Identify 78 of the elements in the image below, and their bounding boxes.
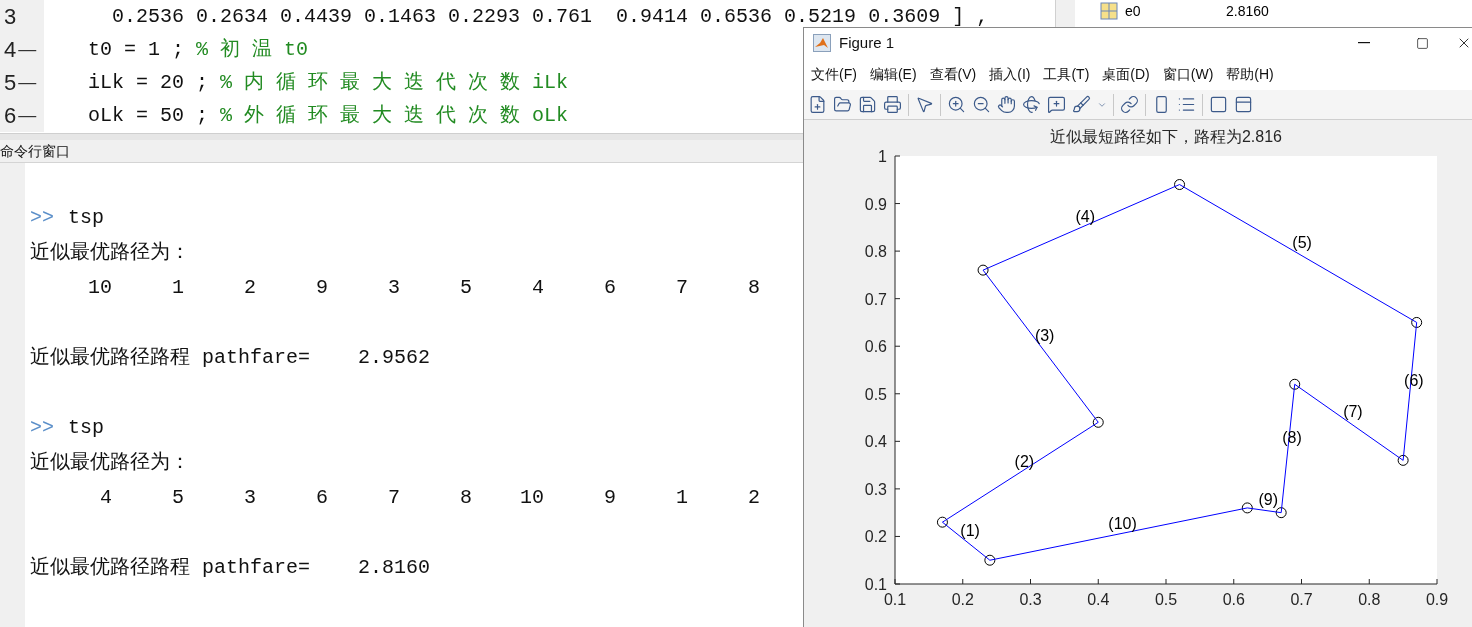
y-tick-label: 0.3 bbox=[864, 480, 887, 498]
output-number: 4 bbox=[99, 484, 112, 511]
output-text: 近似最优路径路程 pathfare= bbox=[30, 344, 311, 371]
output-number: 10 bbox=[87, 274, 112, 301]
edge-label: (6) bbox=[1404, 372, 1424, 390]
code-text: iLk = 20 ; bbox=[88, 69, 210, 96]
output-number: 3 bbox=[387, 274, 400, 301]
edge-label: (5) bbox=[1292, 234, 1312, 252]
x-tick-label: 0.2 bbox=[951, 591, 974, 608]
window-title: Figure 1 bbox=[839, 32, 895, 53]
output-number: 1 bbox=[171, 274, 184, 301]
output-value: 2.9562 bbox=[358, 344, 431, 371]
output-text: 近似最优路径路程 pathfare= bbox=[30, 554, 311, 581]
y-tick-label: 0.5 bbox=[864, 385, 887, 403]
line-marker: — bbox=[18, 38, 37, 61]
edge-label: (4) bbox=[1075, 208, 1096, 226]
prompt-symbol: >> bbox=[30, 414, 54, 441]
x-tick-label: 0.3 bbox=[1019, 591, 1042, 608]
output-number: 2 bbox=[243, 274, 256, 301]
y-tick-label: 0.9 bbox=[864, 195, 887, 213]
output-number: 4 bbox=[531, 274, 544, 301]
y-tick-label: 0.1 bbox=[864, 576, 887, 593]
line-number: 3 bbox=[4, 3, 17, 31]
code-text: t0 = 1 ; bbox=[88, 36, 185, 63]
output-number: 6 bbox=[315, 484, 328, 511]
variable-name: e0 bbox=[1125, 1, 1142, 21]
command-text: tsp bbox=[68, 414, 105, 441]
output-number: 5 bbox=[171, 484, 184, 511]
x-tick-label: 0.7 bbox=[1290, 591, 1313, 608]
y-tick-label: 1 bbox=[878, 148, 887, 165]
output-number: 9 bbox=[603, 484, 616, 511]
output-number: 1 bbox=[675, 484, 688, 511]
line-marker: — bbox=[18, 104, 37, 127]
code-comment: % 内 循 环 最 大 迭 代 次 数 iLk bbox=[220, 69, 569, 96]
y-tick-label: 0.2 bbox=[864, 528, 887, 546]
code-text: 0.2536 0.2634 0.4439 0.1463 0.2293 0.761 0.9414 0.6536 0.5219 0.3609 ] , bbox=[111, 3, 989, 30]
x-tick-label: 0.1 bbox=[883, 591, 907, 608]
line-number: 4 bbox=[4, 36, 17, 64]
variable-value: 2.8160 bbox=[1226, 1, 1269, 21]
x-tick-label: 0.6 bbox=[1222, 591, 1245, 608]
edge-label: (9) bbox=[1258, 491, 1278, 509]
output-number: 6 bbox=[603, 274, 616, 301]
line-number: 6 bbox=[4, 102, 17, 130]
output-number: 8 bbox=[459, 484, 472, 511]
output-number: 2 bbox=[747, 484, 760, 511]
edge-label: (7) bbox=[1343, 403, 1363, 421]
y-tick-label: 0.8 bbox=[864, 243, 887, 261]
output-text: 近似最优路径为： bbox=[30, 239, 190, 266]
y-tick-label: 0.6 bbox=[864, 338, 887, 356]
output-number: 7 bbox=[675, 274, 688, 301]
edge-label: (8) bbox=[1282, 429, 1302, 447]
edge-label: (1) bbox=[960, 522, 980, 540]
x-tick-label: 0.5 bbox=[1154, 591, 1178, 608]
x-tick-label: 0.8 bbox=[1358, 591, 1381, 608]
command-text: tsp bbox=[68, 204, 105, 231]
output-number: 7 bbox=[387, 484, 400, 511]
line-marker: — bbox=[18, 71, 37, 94]
output-number: 10 bbox=[519, 484, 544, 511]
edge-label: (10) bbox=[1108, 515, 1137, 533]
y-tick-label: 0.4 bbox=[864, 433, 887, 451]
output-number: 9 bbox=[315, 274, 328, 301]
output-text: 近似最优路径为： bbox=[30, 449, 190, 476]
output-number: 8 bbox=[747, 274, 760, 301]
output-number: 5 bbox=[459, 274, 472, 301]
code-text: oLk = 50 ; bbox=[88, 102, 210, 129]
line-number: 5 bbox=[4, 69, 17, 97]
output-number: 3 bbox=[243, 484, 256, 511]
code-comment: % 外 循 环 最 大 迭 代 次 数 oLk bbox=[220, 102, 569, 129]
prompt-symbol: >> bbox=[30, 204, 54, 231]
code-comment: % 初 温 t0 bbox=[196, 36, 309, 63]
x-tick-label: 0.4 bbox=[1087, 591, 1110, 608]
panel-title: 命令行窗口 bbox=[0, 141, 70, 161]
edge-label: (2) bbox=[1014, 453, 1035, 471]
output-value: 2.8160 bbox=[358, 554, 431, 581]
x-tick-label: 0.9 bbox=[1425, 591, 1449, 608]
chart-title: 近似最短路径如下，路程为2.816 bbox=[1050, 128, 1282, 145]
y-tick-label: 0.7 bbox=[864, 290, 887, 308]
edge-label: (3) bbox=[1034, 327, 1055, 345]
